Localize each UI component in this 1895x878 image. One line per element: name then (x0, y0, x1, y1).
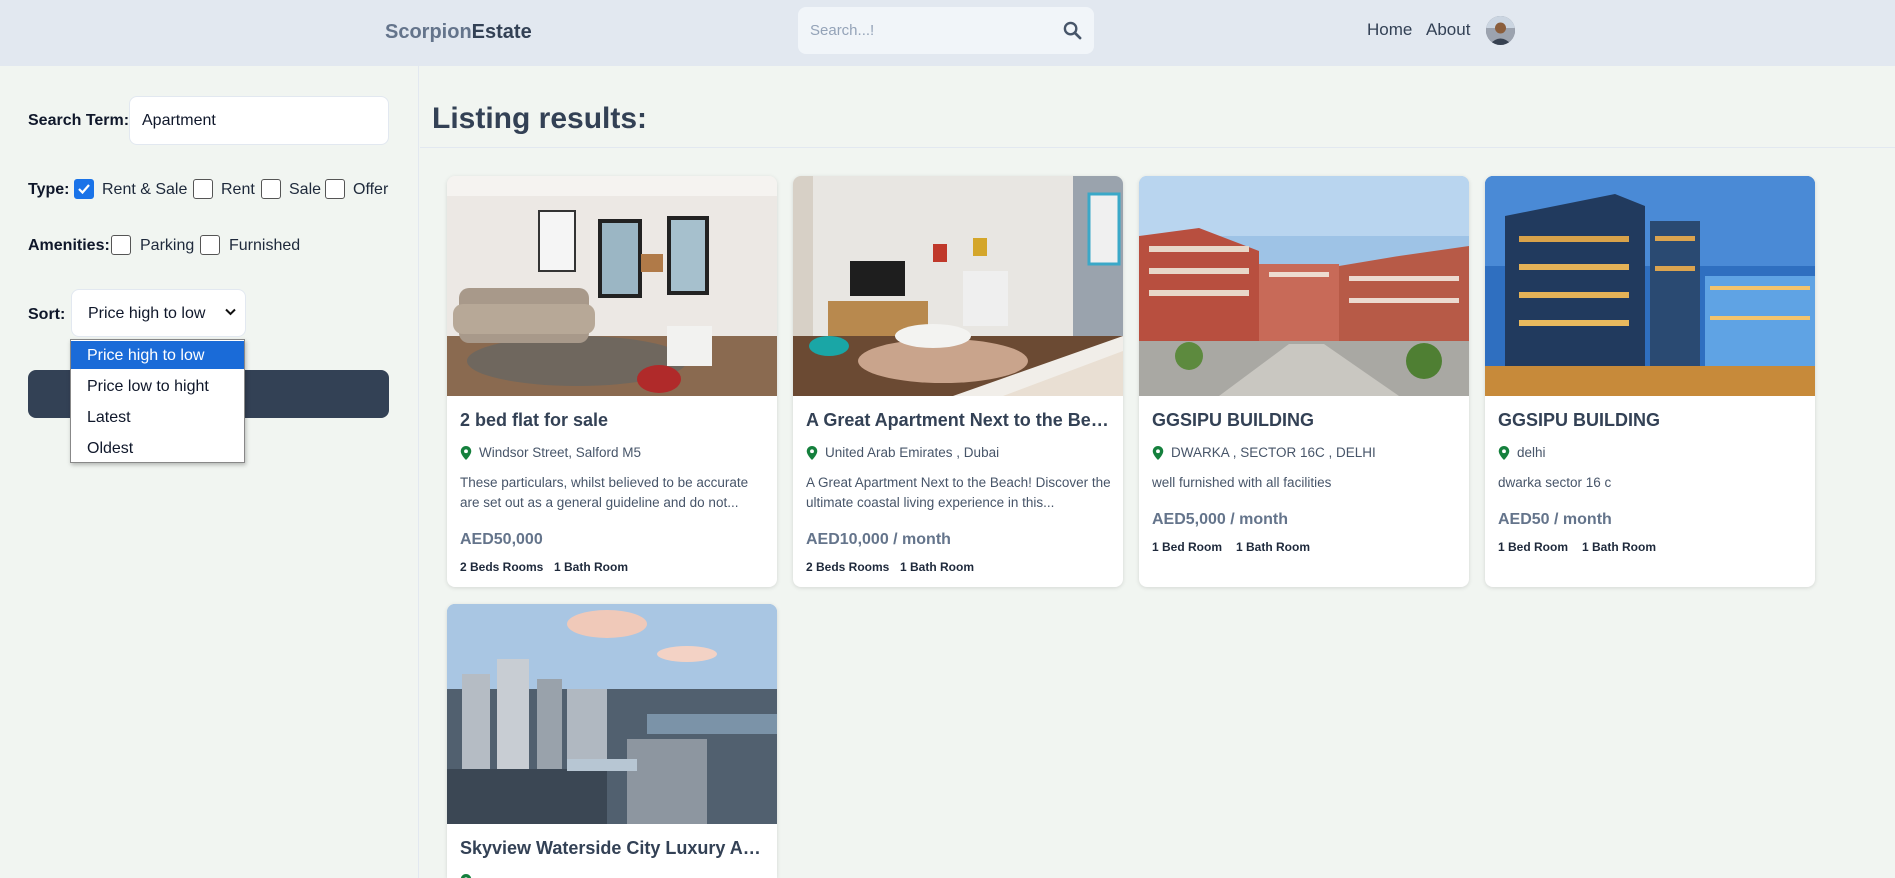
checkbox-rent-and-sale[interactable] (74, 179, 94, 199)
location-pin-icon (460, 446, 472, 460)
listing-card[interactable]: 2 bed flat for sale Windsor Street, Salf… (447, 176, 777, 587)
nav-about-link[interactable]: About (1426, 20, 1470, 40)
listing-card[interactable]: A Great Apartment Next to the Bea... Uni… (793, 176, 1123, 587)
checkbox-furnished[interactable] (200, 235, 220, 255)
amenity-parking-label: Parking (140, 237, 195, 254)
check-icon (78, 184, 90, 195)
checkbox-sale[interactable] (261, 179, 281, 199)
listing-name[interactable]: A Great Apartment Next to the Bea... (806, 410, 1114, 431)
listing-location: Windsor Street, Salford M5 (479, 445, 642, 460)
listing-baths: 1 Bath Room (1582, 540, 1657, 554)
listing-baths: 1 Bath Room (900, 560, 975, 574)
search-icon[interactable] (1063, 21, 1082, 40)
location-pin-icon (460, 874, 472, 878)
search-placeholder: Search...! (810, 22, 875, 39)
listing-price: AED50 / month (1498, 511, 1612, 528)
sort-selected-value: Price high to low (88, 305, 206, 322)
header-search-input[interactable]: Search...! (798, 7, 1094, 54)
logo-part-2: Estate (471, 21, 532, 43)
checkbox-rent[interactable] (193, 179, 213, 199)
listing-name[interactable]: GGSIPU BUILDING (1152, 410, 1460, 431)
type-option-offer-label: Offer (353, 181, 389, 198)
site-logo[interactable]: ScorpionEstate (385, 21, 532, 44)
listing-description: A Great Apartment Next to the Beach! Dis… (806, 475, 1111, 510)
sort-option-price-low-to-high[interactable]: Price low to hight (71, 372, 244, 400)
search-term-input[interactable]: Apartment (129, 96, 389, 145)
checkbox-parking[interactable] (111, 235, 131, 255)
listing-baths: 1 Bath Room (554, 560, 629, 574)
listing-price: AED10,000 / month (806, 531, 951, 548)
location-pin-icon (806, 446, 818, 460)
title-divider (420, 147, 1895, 148)
type-option-rent-and-sale-label: Rent & Sale (102, 181, 188, 198)
listing-card[interactable]: Skyview Waterside City Luxury Apa... (447, 604, 777, 878)
top-header: ScorpionEstate Search...! Home About (0, 0, 1895, 66)
page-title: Listing results: (432, 102, 648, 135)
search-term-label: Search Term: (28, 112, 130, 129)
listing-name[interactable]: 2 bed flat for sale (460, 410, 768, 431)
user-avatar[interactable] (1486, 16, 1515, 45)
listing-location: United Arab Emirates , Dubai (825, 445, 1000, 460)
sort-option-price-high-to-low[interactable]: Price high to low (71, 341, 244, 369)
listing-description: well furnished with all facilities (1152, 475, 1332, 490)
listing-beds: 1 Bed Room (1152, 540, 1223, 554)
type-option-rent-label: Rent (221, 181, 255, 198)
listing-image[interactable] (447, 604, 777, 824)
amenities-label: Amenities: (28, 237, 110, 254)
listing-name[interactable]: GGSIPU BUILDING (1498, 410, 1806, 431)
listing-price: AED5,000 / month (1152, 511, 1289, 528)
sort-dropdown-menu: Price high to low Price low to hight Lat… (70, 339, 245, 463)
chevron-down-icon (225, 308, 236, 316)
listing-card[interactable]: GGSIPU BUILDING delhi dwarka sector 16 c… (1485, 176, 1815, 587)
sort-label: Sort: (28, 306, 66, 323)
listing-location: DWARKA , SECTOR 16C , DELHI (1171, 445, 1376, 460)
listing-price: AED50,000 (460, 531, 543, 548)
location-pin-icon (1498, 446, 1510, 460)
listing-image[interactable] (793, 176, 1123, 396)
listing-image[interactable] (447, 176, 777, 396)
listing-beds: 2 Beds Rooms (460, 560, 544, 574)
sort-option-latest[interactable]: Latest (71, 403, 244, 431)
amenity-furnished-label: Furnished (229, 237, 301, 254)
listing-baths: 1 Bath Room (1236, 540, 1311, 554)
listing-image[interactable] (1139, 176, 1469, 396)
checkbox-offer[interactable] (325, 179, 345, 199)
nav-home-link[interactable]: Home (1367, 20, 1412, 40)
type-option-sale-label: Sale (289, 181, 322, 198)
listing-location: delhi (1517, 445, 1546, 460)
listing-name[interactable]: Skyview Waterside City Luxury Apa... (460, 838, 768, 859)
logo-part-1: Scorpion (385, 21, 472, 43)
listing-description: dwarka sector 16 c (1498, 475, 1612, 490)
sort-select[interactable]: Price high to low (71, 289, 246, 337)
sort-option-oldest[interactable]: Oldest (71, 434, 244, 462)
listing-description: These particulars, whilst believed to be… (460, 475, 749, 510)
listing-beds: 2 Beds Rooms (806, 560, 890, 574)
location-pin-icon (1152, 446, 1164, 460)
type-label: Type: (28, 181, 70, 198)
listing-image[interactable] (1485, 176, 1815, 396)
listing-card[interactable]: GGSIPU BUILDING DWARKA , SECTOR 16C , DE… (1139, 176, 1469, 587)
listing-beds: 1 Bed Room (1498, 540, 1569, 554)
